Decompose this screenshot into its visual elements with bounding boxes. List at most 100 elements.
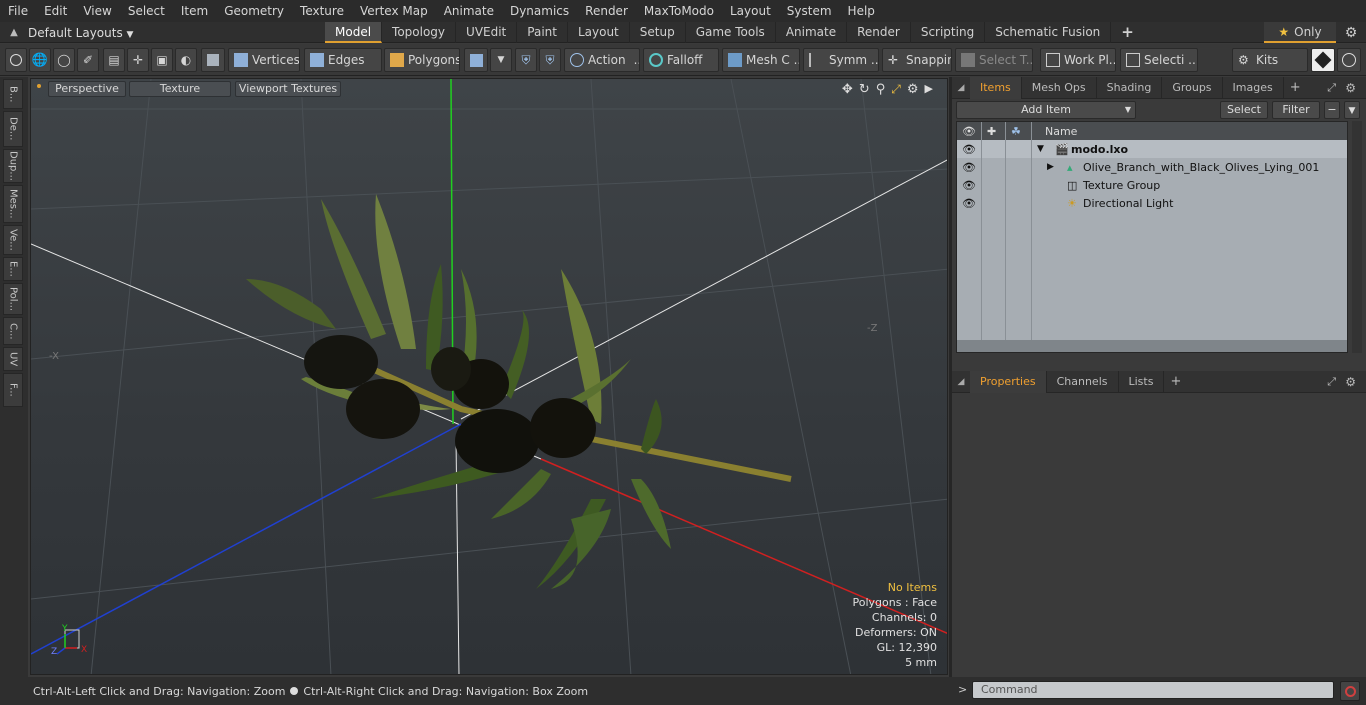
record-button[interactable] bbox=[1340, 681, 1360, 701]
left-tab-edge[interactable]: E... bbox=[3, 257, 23, 281]
falloff-button[interactable]: Falloff bbox=[643, 48, 719, 72]
funnel-button[interactable]: ▼ bbox=[1344, 101, 1360, 119]
column-name-header[interactable]: Name bbox=[1045, 125, 1077, 138]
snapping-button[interactable]: ✛ Snapping bbox=[882, 48, 952, 72]
menu-file[interactable]: File bbox=[0, 0, 36, 22]
3d-viewport[interactable]: -X -Z Perspective Texture Viewport Textu… bbox=[30, 78, 948, 675]
tab-topology[interactable]: Topology bbox=[382, 22, 457, 43]
left-tab-polygon[interactable]: Pol... bbox=[3, 283, 23, 315]
brush-button[interactable]: ✐ bbox=[77, 48, 99, 72]
tab-mesh-ops[interactable]: Mesh Ops bbox=[1022, 76, 1097, 99]
menu-select[interactable]: Select bbox=[120, 0, 173, 22]
globe-button[interactable]: 🌐 bbox=[29, 48, 51, 72]
tab-scripting[interactable]: Scripting bbox=[911, 22, 986, 43]
eye-icon[interactable]: 👁 bbox=[957, 140, 981, 158]
default-layouts-dropdown[interactable]: Default Layouts ▼ bbox=[28, 26, 133, 40]
menu-geometry[interactable]: Geometry bbox=[216, 0, 292, 22]
kits-button[interactable]: ⚙ Kits bbox=[1232, 48, 1308, 72]
edges-button[interactable]: Edges bbox=[304, 48, 382, 72]
item-mode-button[interactable] bbox=[201, 48, 225, 72]
only-toggle[interactable]: ★ Only bbox=[1264, 22, 1336, 43]
tab-items[interactable]: Items bbox=[970, 76, 1022, 99]
tab-channels[interactable]: Channels bbox=[1047, 370, 1119, 393]
center-button[interactable]: ✛ bbox=[127, 48, 149, 72]
vertical-scrollbar[interactable] bbox=[1352, 121, 1362, 353]
lock-column-icon[interactable]: ✚ bbox=[987, 125, 996, 138]
gear-icon[interactable]: ⚙ bbox=[1345, 375, 1356, 389]
rotate-icon[interactable]: ↻ bbox=[859, 82, 870, 97]
tab-model[interactable]: Model bbox=[325, 22, 383, 43]
tab-uvedit[interactable]: UVEdit bbox=[456, 22, 518, 43]
work-plane-button[interactable]: Work Pl... bbox=[1040, 48, 1116, 72]
add-panel-tab-button[interactable]: + bbox=[1284, 80, 1307, 95]
command-input[interactable]: Command bbox=[972, 681, 1334, 699]
snap-mode-a-button[interactable]: ⛨ bbox=[515, 48, 537, 72]
collapse-button[interactable]: − bbox=[1324, 101, 1340, 119]
menu-system[interactable]: System bbox=[779, 0, 840, 22]
panel-menu-icon[interactable]: ◢ bbox=[952, 83, 970, 93]
left-tab-deform[interactable]: De... bbox=[3, 111, 23, 147]
vertices-button[interactable]: Vertices bbox=[228, 48, 300, 72]
select-through-button[interactable]: Select T... bbox=[955, 48, 1033, 72]
item-row-texture-group[interactable]: 👁 ◫ Texture Group bbox=[957, 176, 1347, 194]
axis-column-icon[interactable]: ☘ bbox=[1011, 125, 1021, 138]
menu-layout[interactable]: Layout bbox=[722, 0, 779, 22]
horizontal-scrollbar[interactable] bbox=[957, 340, 1347, 352]
gear-icon[interactable]: ⚙ bbox=[1345, 81, 1356, 95]
action-center-button[interactable]: Action... bbox=[564, 48, 640, 72]
menu-texture[interactable]: Texture bbox=[292, 0, 352, 22]
maximize-icon[interactable]: ⤢ bbox=[891, 82, 901, 97]
tab-properties[interactable]: Properties bbox=[970, 370, 1047, 393]
menu-animate[interactable]: Animate bbox=[436, 0, 502, 22]
viewport-menu-dot-icon[interactable] bbox=[37, 84, 41, 88]
left-tab-basic[interactable]: B... bbox=[3, 79, 23, 109]
expand-icon[interactable]: ⤢ bbox=[1327, 81, 1336, 95]
tab-setup[interactable]: Setup bbox=[630, 22, 686, 43]
item-row-mesh[interactable]: 👁 ▶ ▴ Olive_Branch_with_Black_Olives_Lyi… bbox=[957, 158, 1347, 176]
menu-edit[interactable]: Edit bbox=[36, 0, 75, 22]
symmetry-button[interactable]: ▣ bbox=[151, 48, 173, 72]
menu-vertex-map[interactable]: Vertex Map bbox=[352, 0, 436, 22]
shading-texture-button[interactable]: Texture bbox=[129, 81, 231, 97]
menu-dynamics[interactable]: Dynamics bbox=[502, 0, 577, 22]
left-tab-duplicate[interactable]: Dup... bbox=[3, 149, 23, 183]
item-row-directional-light[interactable]: 👁 ☀ Directional Light bbox=[957, 194, 1347, 212]
left-tab-uv[interactable]: UV bbox=[3, 347, 23, 371]
collapse-triangle-icon[interactable]: ▼ bbox=[1037, 144, 1044, 154]
tab-images[interactable]: Images bbox=[1223, 76, 1284, 99]
symmetry-toggle-button[interactable]: Symm ... bbox=[803, 48, 879, 72]
tab-layout[interactable]: Layout bbox=[568, 22, 630, 43]
viewport-textures-button[interactable]: Viewport Textures bbox=[235, 81, 341, 97]
panel-menu-icon[interactable]: ◢ bbox=[952, 377, 970, 387]
eye-icon[interactable]: 👁 bbox=[957, 194, 981, 212]
modo-cube-button[interactable] bbox=[1311, 48, 1335, 72]
menu-maxtomodo[interactable]: MaxToModo bbox=[636, 0, 722, 22]
snap-mode-b-button[interactable]: ⛨ bbox=[539, 48, 561, 72]
menu-render[interactable]: Render bbox=[577, 0, 636, 22]
move-icon[interactable]: ✥ bbox=[842, 82, 853, 97]
gear-icon[interactable]: ⚙ bbox=[907, 82, 919, 97]
tab-lists[interactable]: Lists bbox=[1119, 370, 1165, 393]
selection-button[interactable]: Selecti ... bbox=[1120, 48, 1198, 72]
unreal-button[interactable] bbox=[1337, 48, 1361, 72]
tab-groups[interactable]: Groups bbox=[1162, 76, 1223, 99]
menu-view[interactable]: View bbox=[75, 0, 119, 22]
expand-triangle-icon[interactable]: ▶ bbox=[1047, 162, 1054, 172]
eye-icon[interactable]: 👁 bbox=[957, 158, 981, 176]
layout-up-icon[interactable]: ▲ bbox=[0, 27, 28, 38]
gear-icon[interactable]: ⚙ bbox=[1336, 25, 1366, 41]
eye-icon[interactable]: 👁 bbox=[957, 176, 981, 194]
add-tab-button[interactable]: + bbox=[1111, 22, 1144, 43]
tab-animate[interactable]: Animate bbox=[776, 22, 848, 43]
visibility-column-icon[interactable]: 👁 bbox=[957, 122, 981, 140]
zoom-icon[interactable]: ⚲ bbox=[876, 82, 886, 97]
align-button[interactable]: ▤ bbox=[103, 48, 125, 72]
lasso-button[interactable]: ◯ bbox=[53, 48, 75, 72]
perspective-button[interactable]: Perspective bbox=[48, 81, 126, 97]
select-circle-button[interactable] bbox=[5, 48, 27, 72]
item-row-scene[interactable]: 👁 ▼ 🎬 modo.lxo bbox=[957, 140, 1347, 158]
clock-button[interactable]: ◐ bbox=[175, 48, 197, 72]
expand-icon[interactable]: ⤢ bbox=[1327, 375, 1336, 389]
left-tab-fusion[interactable]: F... bbox=[3, 373, 23, 407]
add-item-button[interactable]: Add Item ▼ bbox=[956, 101, 1136, 119]
